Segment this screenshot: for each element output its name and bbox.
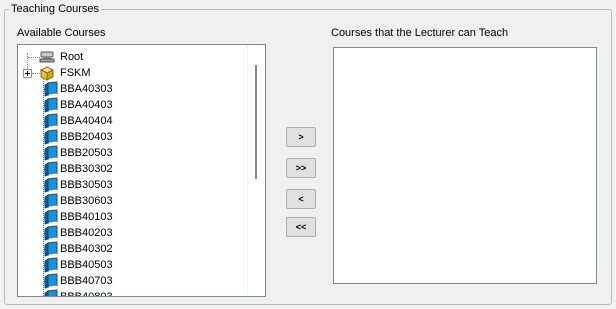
- tree-node-label: BBB40503: [60, 259, 113, 271]
- tree-node-course[interactable]: BBB40703: [18, 273, 138, 289]
- tree-node-label: BBB40203: [60, 227, 113, 239]
- tree-node-label: BBA40404: [60, 115, 113, 127]
- add-all-button[interactable]: >>: [286, 158, 316, 178]
- tree-node-label: BBA40403: [60, 99, 113, 111]
- tree-scrollbar[interactable]: [247, 45, 265, 296]
- tree-node-course[interactable]: BBA40303: [18, 81, 138, 97]
- expand-icon[interactable]: [23, 69, 32, 78]
- tree-node-course[interactable]: BBB40503: [18, 257, 138, 273]
- tree-node-course[interactable]: BBB20503: [18, 145, 138, 161]
- tree-node-root[interactable]: Root: [18, 49, 138, 65]
- lecturer-courses-list[interactable]: [333, 47, 597, 284]
- available-courses-tree[interactable]: Root FSKM BBA40303 BBA40403 BBA40404 BBB204…: [17, 44, 266, 297]
- tree-node-course[interactable]: BBB20403: [18, 129, 138, 145]
- tree-node-label: BBB30503: [60, 179, 113, 191]
- book-icon: [43, 273, 59, 289]
- tree-node-label: BBB20503: [60, 147, 113, 159]
- tree-node-course[interactable]: BBB40103: [18, 209, 138, 225]
- remove-all-button[interactable]: <<: [286, 217, 316, 237]
- add-button[interactable]: >: [286, 127, 316, 147]
- book-icon: [43, 145, 59, 161]
- remove-button[interactable]: <: [286, 189, 316, 209]
- tree-node-course[interactable]: BBA40404: [18, 113, 138, 129]
- book-icon: [43, 209, 59, 225]
- tree-node-label: BBB40302: [60, 243, 113, 255]
- book-icon: [43, 193, 59, 209]
- tree-node-course[interactable]: BBB40302: [18, 241, 138, 257]
- tree-node-label: BBB30603: [60, 195, 113, 207]
- book-icon: [43, 241, 59, 257]
- tree-node-course[interactable]: BBB30302: [18, 161, 138, 177]
- tree-node-label: BBB20403: [60, 131, 113, 143]
- scrollbar-thumb[interactable]: [255, 65, 257, 179]
- tree-node-label: BBB30302: [60, 163, 113, 175]
- tree-node-label: BBA40303: [60, 83, 113, 95]
- book-icon: [43, 257, 59, 273]
- book-icon: [43, 129, 59, 145]
- book-icon: [43, 289, 59, 296]
- group-title: Teaching Courses: [9, 2, 102, 16]
- tree-node-label: Root: [60, 51, 84, 63]
- book-icon: [43, 97, 59, 113]
- tree-node-label: BBB40103: [60, 211, 113, 223]
- tree-node-course[interactable]: BBB40803: [18, 289, 138, 297]
- book-icon: [43, 81, 59, 97]
- tree-node-course[interactable]: BBA40403: [18, 97, 138, 113]
- tree-node-label: FSKM: [60, 67, 91, 79]
- lecturer-courses-label: Courses that the Lecturer can Teach: [331, 27, 509, 39]
- tree-node-course[interactable]: BBB30603: [18, 193, 138, 209]
- tree-node-course[interactable]: BBB30503: [18, 177, 138, 193]
- box-icon: [39, 65, 55, 81]
- tree-node-label: BBB40803: [60, 291, 113, 297]
- book-icon: [43, 177, 59, 193]
- book-icon: [43, 225, 59, 241]
- tree-node-fskm[interactable]: FSKM: [18, 65, 138, 81]
- available-courses-label: Available Courses: [17, 27, 106, 39]
- tree-node-course[interactable]: BBB40203: [18, 225, 138, 241]
- book-icon: [43, 113, 59, 129]
- tree-node-label: BBB40703: [60, 275, 113, 287]
- book-icon: [43, 161, 59, 177]
- computer-icon: [39, 49, 55, 65]
